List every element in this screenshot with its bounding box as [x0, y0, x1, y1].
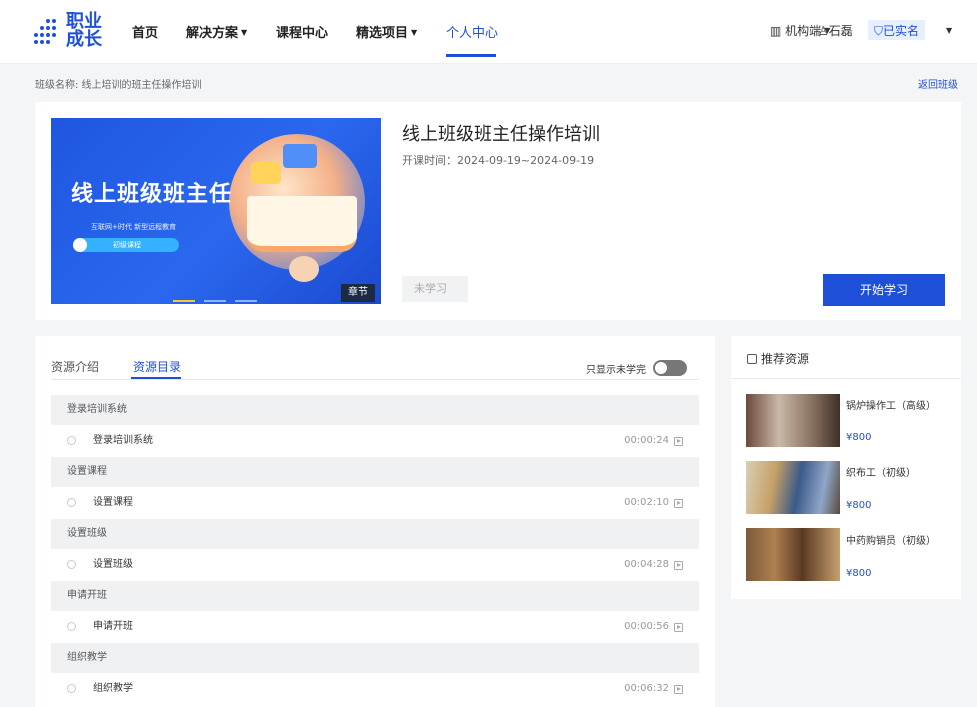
play-icon [674, 685, 683, 694]
play-icon [674, 437, 683, 446]
section-header: 登录培训系统 [51, 395, 699, 425]
caret-down-icon: ▼ [241, 28, 248, 37]
brand-name: 职业 成长 [66, 11, 102, 50]
resource-item-title: 设置班级 [93, 559, 133, 570]
back-to-class-link[interactable]: 返回班级 [918, 76, 958, 91]
building-icon: ▥ [770, 24, 782, 38]
nav-profile[interactable]: 个人中心 [446, 22, 498, 41]
unfinished-toggle-label: 只显示未学完 [586, 365, 646, 376]
recommend-thumbnail[interactable] [746, 394, 840, 447]
resource-item[interactable]: 设置课程 00:02:10 [51, 487, 699, 519]
resource-item-title: 申请开班 [93, 621, 133, 632]
resource-item[interactable]: 申请开班 00:00:56 [51, 611, 699, 643]
resource-item[interactable]: 组织教学 00:06:32 [51, 673, 699, 705]
banner-stand-graphic [289, 256, 319, 282]
recommend-panel: 推荐资源 锅炉操作工（高级） ¥800 织布工（初级） ¥800 中药购销员（初… [731, 336, 961, 599]
recommend-divider [731, 378, 961, 379]
chapter-tag[interactable]: 章节 [341, 284, 375, 302]
play-icon [674, 623, 683, 632]
shield-check-icon: ⛉ [874, 24, 884, 38]
top-navigation-bar: 职业 成长 首页 解决方案 ▼ 课程中心 精选项目 ▼ 个人中心 ▥ 机构端 ▼ ♙石… [0, 0, 977, 64]
nav-courses[interactable]: 课程中心 [276, 22, 328, 41]
user-name: 石磊 [828, 24, 853, 38]
resource-duration: 00:02:10 [624, 497, 669, 508]
tab-resource-intro[interactable]: 资源介绍 [51, 358, 99, 375]
tab-resource-catalog[interactable]: 资源目录 [133, 358, 181, 375]
section-header: 组织教学 [51, 643, 699, 673]
resource-panel: 资源介绍 资源目录 只显示未学完 登录培训系统 登录培训系统 00:00:24 … [35, 336, 715, 707]
progress-circle-icon [67, 684, 76, 693]
course-card: 线上班级班主任 互联网+时代 新型远程教育 初级课程 章节 线上班级班主任操作培… [35, 102, 961, 320]
banner-level-pill: 初级课程 [73, 238, 179, 252]
nav-solutions-label: 解决方案 [186, 26, 239, 41]
progress-circle-icon [67, 436, 76, 445]
recommend-item-price: ¥800 [846, 432, 872, 443]
unfinished-only-toggle[interactable] [653, 360, 687, 376]
banner-level-label: 初级课程 [113, 241, 141, 249]
recommend-header-label: 推荐资源 [761, 352, 810, 366]
nav-projects[interactable]: 精选项目 ▼ [356, 22, 417, 41]
logo-dots-icon [32, 19, 60, 47]
tabs-divider [51, 379, 699, 380]
course-title: 线上班级班主任操作培训 [402, 124, 600, 145]
org-label: 机构端 [785, 24, 822, 38]
recommend-item-name[interactable]: 织布工（初级） [846, 464, 916, 479]
nav-projects-label: 精选项目 [356, 26, 409, 41]
chat-bubble-icon [251, 162, 281, 184]
brand-logo[interactable]: 职业 成长 [32, 13, 112, 49]
nav-active-indicator [446, 54, 496, 57]
resource-item-title: 组织教学 [93, 683, 133, 694]
resource-duration: 00:00:24 [624, 435, 669, 446]
resource-item-title: 设置课程 [93, 497, 133, 508]
resource-duration: 00:00:56 [624, 621, 669, 632]
play-icon [674, 499, 683, 508]
nav-home[interactable]: 首页 [132, 22, 158, 41]
class-name-label: 班级名称: 线上培训的班主任操作培训 [35, 80, 202, 91]
verified-dropdown-icon[interactable]: ▼ [943, 24, 952, 38]
banner-subtitle: 互联网+时代 新型远程教育 [91, 223, 177, 231]
thumbs-up-icon [747, 354, 757, 364]
recommend-item-name[interactable]: 中药购销员（初级） [846, 532, 936, 547]
course-time: 开课时间：2024-09-19~2024-09-19 [402, 154, 595, 167]
recommend-item-price: ¥800 [846, 500, 872, 511]
user-menu[interactable]: ♙石磊 [818, 22, 853, 39]
start-learning-button[interactable]: 开始学习 [823, 274, 945, 306]
verified-label: 已实名 [883, 24, 920, 38]
toggle-knob [655, 362, 667, 374]
recommend-thumbnail[interactable] [746, 461, 840, 514]
resource-duration: 00:06:32 [624, 683, 669, 694]
section-header: 设置班级 [51, 519, 699, 549]
verified-badge[interactable]: ⛉已实名 [868, 20, 926, 40]
resource-item[interactable]: 设置班级 00:04:28 [51, 549, 699, 581]
caret-down-icon: ▼ [411, 28, 418, 37]
pill-dot-icon [73, 238, 87, 252]
resource-item-title: 登录培训系统 [93, 435, 153, 446]
user-icon: ♙ [818, 24, 829, 38]
nav-solutions[interactable]: 解决方案 ▼ [186, 22, 247, 41]
course-banner-image[interactable]: 线上班级班主任 互联网+时代 新型远程教育 初级课程 章节 [51, 118, 381, 304]
chat-bubble-icon [283, 144, 317, 168]
progress-circle-icon [67, 560, 76, 569]
section-header: 设置课程 [51, 457, 699, 487]
recommend-thumbnail[interactable] [746, 528, 840, 581]
resource-duration: 00:04:28 [624, 559, 669, 570]
recommend-header: 推荐资源 [747, 350, 809, 367]
recommend-item-name[interactable]: 锅炉操作工（高级） [846, 397, 936, 412]
banner-title: 线上班级班主任 [71, 182, 233, 207]
recommend-item-price: ¥800 [846, 568, 872, 579]
carousel-indicator [173, 291, 266, 304]
progress-circle-icon [67, 498, 76, 507]
open-book-icon [247, 196, 357, 252]
play-icon [674, 561, 683, 570]
progress-circle-icon [67, 622, 76, 631]
learning-status-badge: 未学习 [402, 276, 468, 302]
resource-item[interactable]: 登录培训系统 00:00:24 [51, 425, 699, 457]
section-header: 申请开班 [51, 581, 699, 611]
